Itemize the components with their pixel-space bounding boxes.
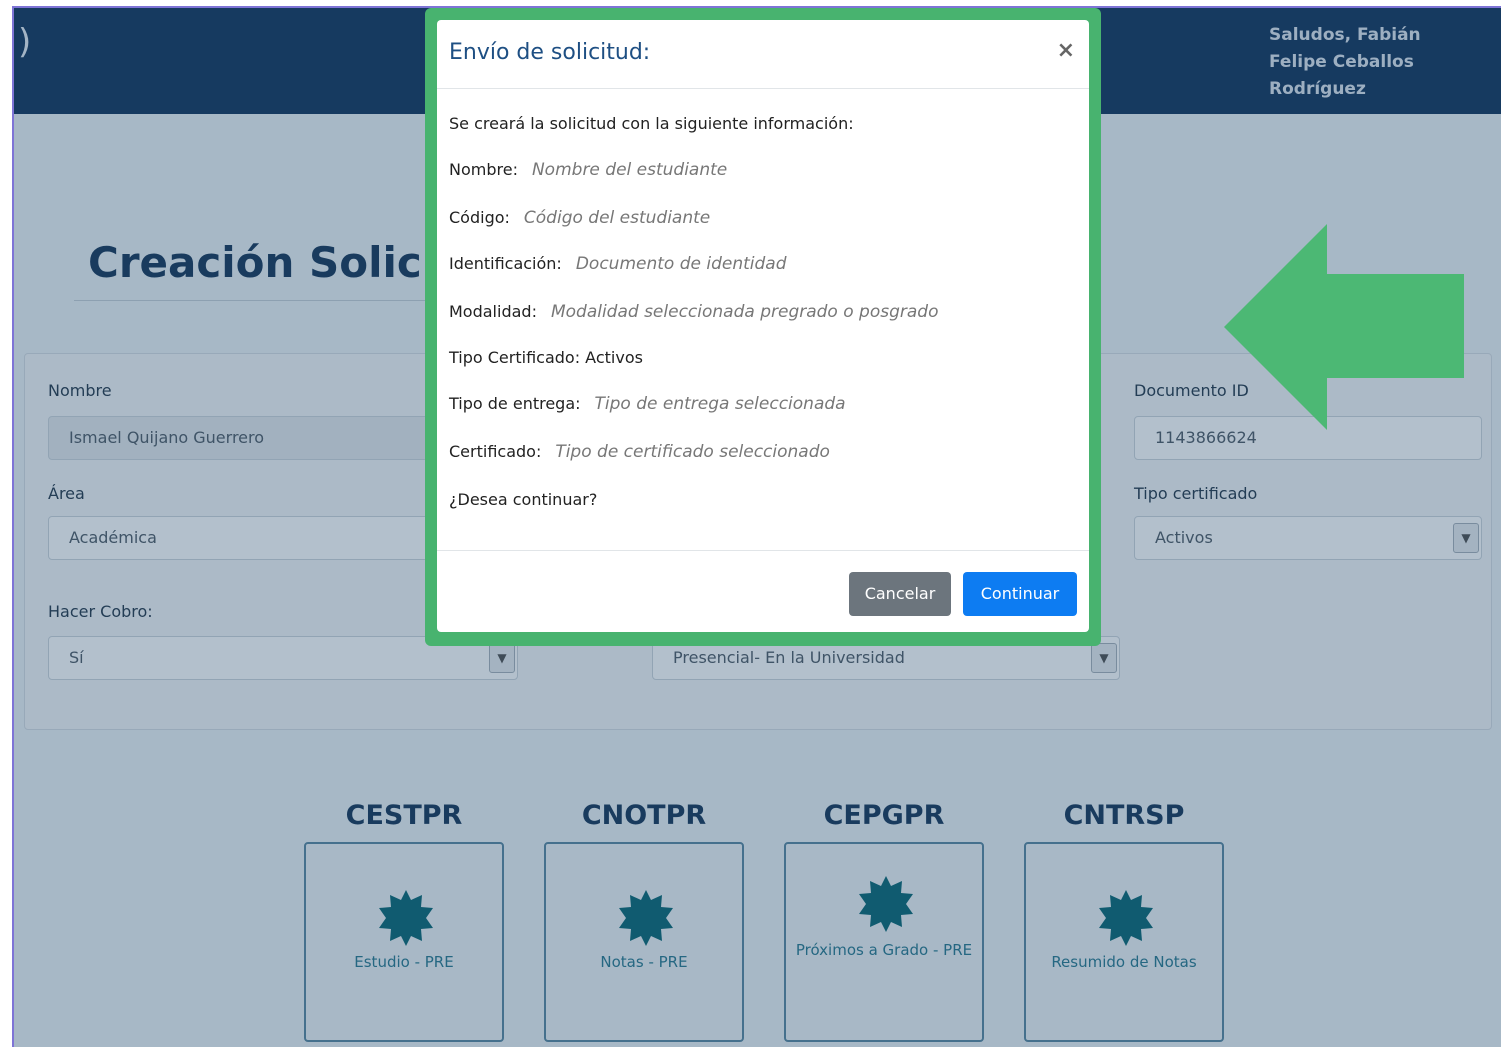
info-label: Nombre: — [449, 160, 518, 179]
info-row-certificado: Certificado: Tipo de certificado seleccio… — [449, 442, 830, 462]
cancel-button[interactable]: Cancelar — [849, 572, 951, 616]
info-value: Documento de identidad — [575, 254, 787, 274]
info-value: Código del estudiante — [523, 208, 711, 228]
info-label: Certificado: — [449, 442, 542, 461]
info-row-tipo-certificado: Tipo Certificado: Activos — [449, 348, 643, 367]
info-row-modalidad: Modalidad: Modalidad seleccionada pregrad… — [449, 302, 938, 322]
dialog-question: ¿Desea continuar? — [449, 490, 598, 509]
info-row-codigo: Código: Código del estudiante — [449, 208, 710, 228]
info-row-nombre: Nombre: Nombre del estudiante — [449, 160, 727, 180]
dialog-title: Envío de solicitud: — [449, 40, 651, 65]
info-row-identificacion: Identificación: Documento de identidad — [449, 254, 787, 274]
info-label: Código: — [449, 208, 510, 227]
info-value: Tipo de certificado seleccionado — [555, 442, 830, 462]
info-value: Tipo de entrega seleccionada — [594, 394, 846, 414]
dialog-intro: Se creará la solicitud con la siguiente … — [449, 114, 854, 133]
confirm-dialog: Envío de solicitud: × Se creará la solic… — [437, 20, 1089, 632]
close-icon[interactable]: × — [1057, 38, 1075, 63]
dialog-header-divider — [437, 88, 1089, 89]
info-row-tipo-entrega: Tipo de entrega: Tipo de entrega seleccio… — [449, 394, 846, 414]
info-value: Modalidad seleccionada pregrado o posgra… — [550, 302, 939, 322]
dialog-footer-divider — [437, 550, 1089, 551]
info-label: Tipo Certificado: Activos — [449, 348, 643, 367]
info-label: Tipo de entrega: — [449, 394, 581, 413]
arrow-left-icon — [1224, 224, 1464, 430]
info-label: Modalidad: — [449, 302, 537, 321]
info-label: Identificación: — [449, 254, 562, 273]
info-value: Nombre del estudiante — [531, 160, 728, 180]
continue-button[interactable]: Continuar — [963, 572, 1077, 616]
